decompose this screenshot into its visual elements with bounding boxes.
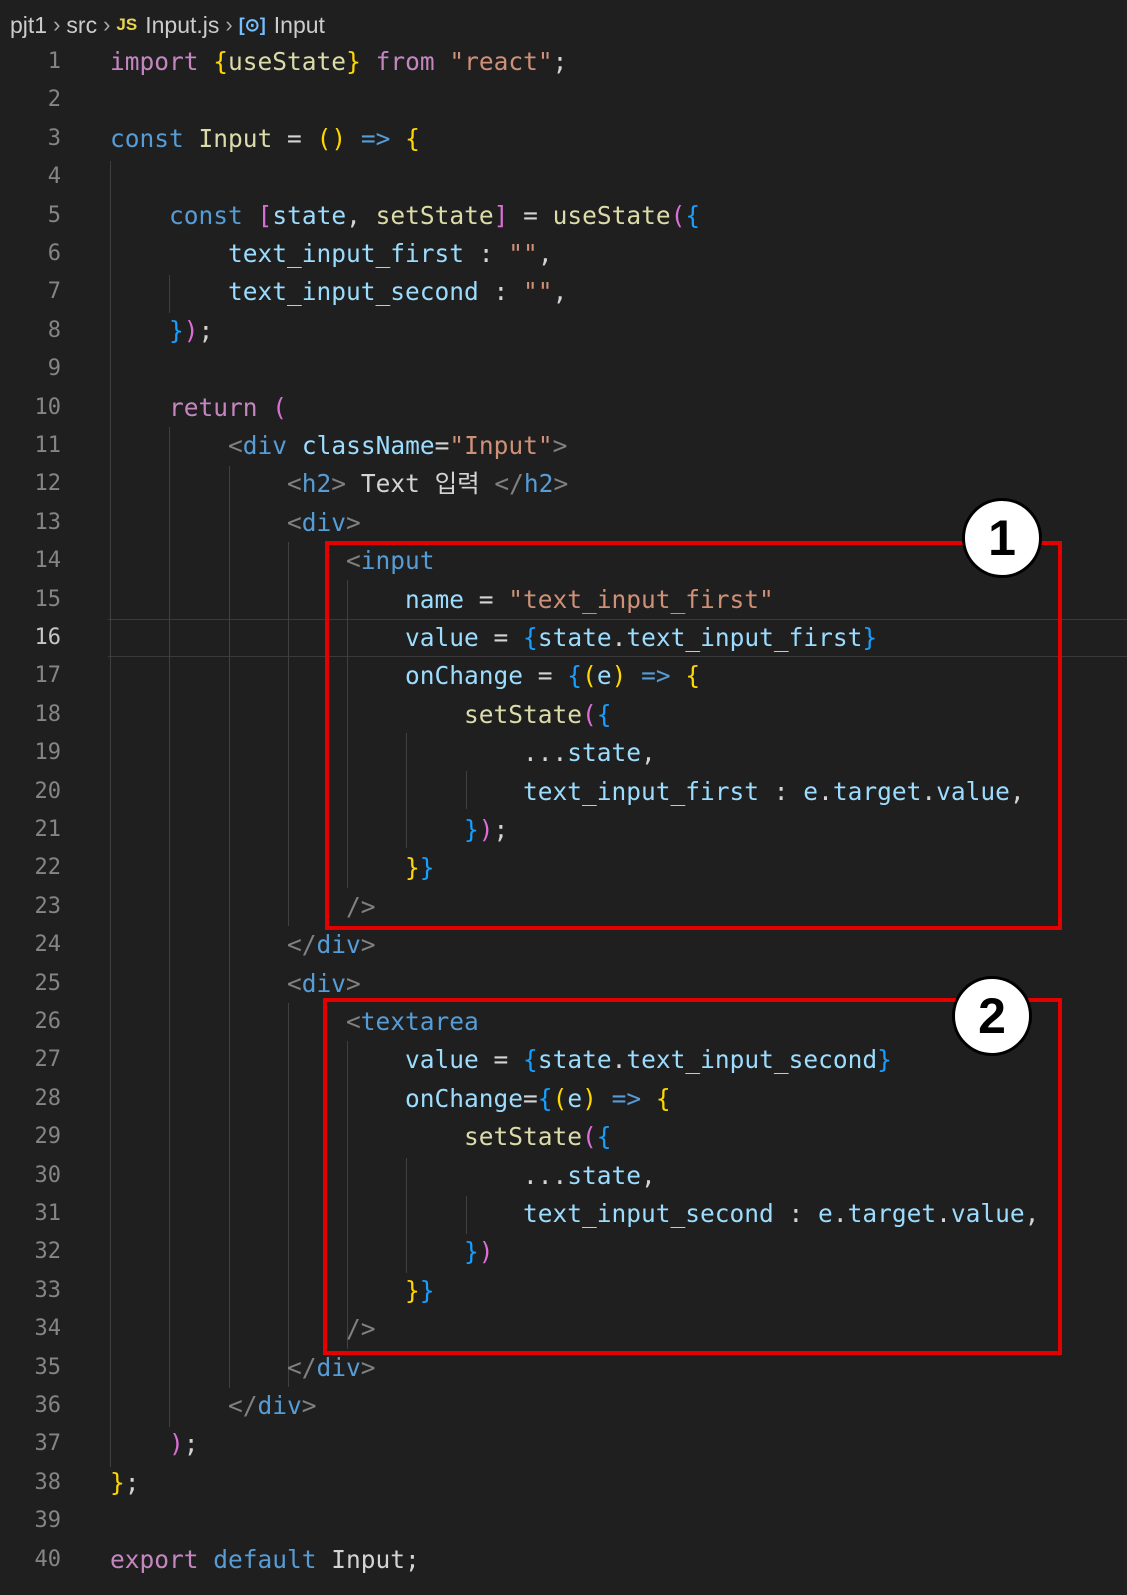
line-number: 40: [34, 1546, 62, 1572]
code-line[interactable]: 13 <div>: [0, 504, 1127, 542]
breadcrumb-file[interactable]: Input.js: [145, 12, 219, 39]
code-line[interactable]: 2: [0, 81, 1127, 119]
breadcrumb: pjt1 › src › JS Input.js › [⊙] Input: [10, 8, 325, 42]
code-line[interactable]: 4: [0, 158, 1127, 196]
code-line[interactable]: 38};: [0, 1464, 1127, 1502]
code-line[interactable]: 6 text_input_first : "",: [0, 235, 1127, 273]
line-number: 9: [47, 356, 61, 382]
code-line[interactable]: 24 </div>: [0, 926, 1127, 964]
line-number: 29: [34, 1124, 62, 1150]
line-number: 38: [34, 1469, 62, 1495]
code-line[interactable]: 39: [0, 1502, 1127, 1540]
line-number: 1: [47, 49, 61, 74]
line-number: 35: [34, 1354, 62, 1380]
code-line[interactable]: 7 text_input_second : "",: [0, 273, 1127, 311]
code-line[interactable]: 3 const Input = () => {: [0, 120, 1127, 158]
code-text[interactable]: </div>: [110, 1387, 317, 1425]
line-number: 23: [34, 893, 62, 919]
code-text[interactable]: );: [110, 1425, 199, 1463]
component-symbol-icon: [⊙]: [238, 14, 266, 35]
code-text[interactable]: export default Input;: [110, 1541, 420, 1579]
line-number: 16: [34, 625, 62, 650]
js-file-icon: JS: [116, 15, 138, 34]
breadcrumb-symbol[interactable]: Input: [274, 12, 325, 39]
line-number: 39: [34, 1508, 62, 1534]
line-number: 3: [47, 125, 61, 151]
line-number: 7: [47, 279, 61, 305]
code-text[interactable]: };: [110, 1464, 140, 1502]
code-text[interactable]: <div>: [110, 504, 361, 542]
line-number: 37: [34, 1431, 62, 1457]
line-number: 28: [34, 1085, 62, 1111]
line-number: 21: [34, 817, 62, 842]
code-text[interactable]: <h2> Text 입력 </h2>: [110, 465, 568, 503]
line-number: 26: [34, 1009, 62, 1034]
code-line[interactable]: 10 return (: [0, 389, 1127, 427]
line-number: 4: [47, 164, 61, 190]
code-text[interactable]: return (: [110, 389, 287, 427]
annotation-box-2: [323, 998, 1062, 1355]
code-line[interactable]: 1 import {useState} from "react";: [0, 43, 1127, 81]
code-text[interactable]: const Input = () => {: [110, 120, 420, 158]
chevron-right-icon: ›: [103, 12, 111, 37]
annotation-badge-1: 1: [962, 498, 1042, 578]
line-number: 14: [34, 548, 62, 574]
line-number: 19: [34, 740, 62, 766]
code-line[interactable]: 9: [0, 350, 1127, 388]
code-line[interactable]: 5 const [state, setState] = useState({: [0, 197, 1127, 235]
code-text[interactable]: text_input_first : "",: [110, 235, 553, 273]
code-text[interactable]: <div className="Input">: [110, 427, 567, 465]
line-number: 5: [47, 202, 61, 228]
line-number: 18: [34, 701, 62, 727]
annotation-badge-2: 2: [952, 976, 1032, 1056]
line-number: 30: [34, 1162, 62, 1188]
line-number: 31: [34, 1201, 62, 1226]
annotation-box-1: [325, 541, 1062, 930]
line-number: 33: [34, 1277, 62, 1303]
code-text[interactable]: });: [110, 312, 213, 350]
line-number: 13: [34, 509, 62, 535]
code-line[interactable]: 8 });: [0, 312, 1127, 350]
chevron-right-icon: ›: [225, 12, 233, 37]
line-number: 24: [34, 932, 62, 958]
line-number: 11: [34, 433, 62, 458]
code-text[interactable]: </div>: [110, 926, 376, 964]
line-number: 6: [47, 241, 61, 266]
code-line[interactable]: 40 export default Input;: [0, 1541, 1127, 1579]
line-number: 8: [47, 317, 61, 343]
code-line[interactable]: 12 <h2> Text 입력 </h2>: [0, 465, 1127, 503]
line-number: 17: [34, 663, 62, 689]
line-number: 32: [34, 1239, 62, 1265]
code-line[interactable]: 36 </div>: [0, 1387, 1127, 1425]
line-number: 2: [47, 87, 61, 113]
line-number: 12: [34, 471, 62, 497]
code-text[interactable]: import {useState} from "react";: [110, 43, 567, 81]
breadcrumb-project[interactable]: pjt1: [10, 12, 47, 39]
code-line[interactable]: 11 <div className="Input">: [0, 427, 1127, 465]
line-number: 22: [34, 855, 62, 881]
code-text[interactable]: const [state, setState] = useState({: [110, 197, 700, 235]
line-number: 10: [34, 394, 62, 420]
line-number: 36: [34, 1393, 62, 1418]
code-line[interactable]: 37 );: [0, 1425, 1127, 1463]
code-text[interactable]: text_input_second : "",: [110, 273, 567, 311]
breadcrumb-folder[interactable]: src: [66, 12, 97, 39]
line-number: 20: [34, 778, 62, 804]
line-number: 34: [34, 1316, 62, 1342]
line-number: 15: [34, 586, 62, 612]
line-number: 27: [34, 1047, 62, 1073]
line-number: 25: [34, 970, 62, 996]
chevron-right-icon: ›: [53, 12, 61, 37]
